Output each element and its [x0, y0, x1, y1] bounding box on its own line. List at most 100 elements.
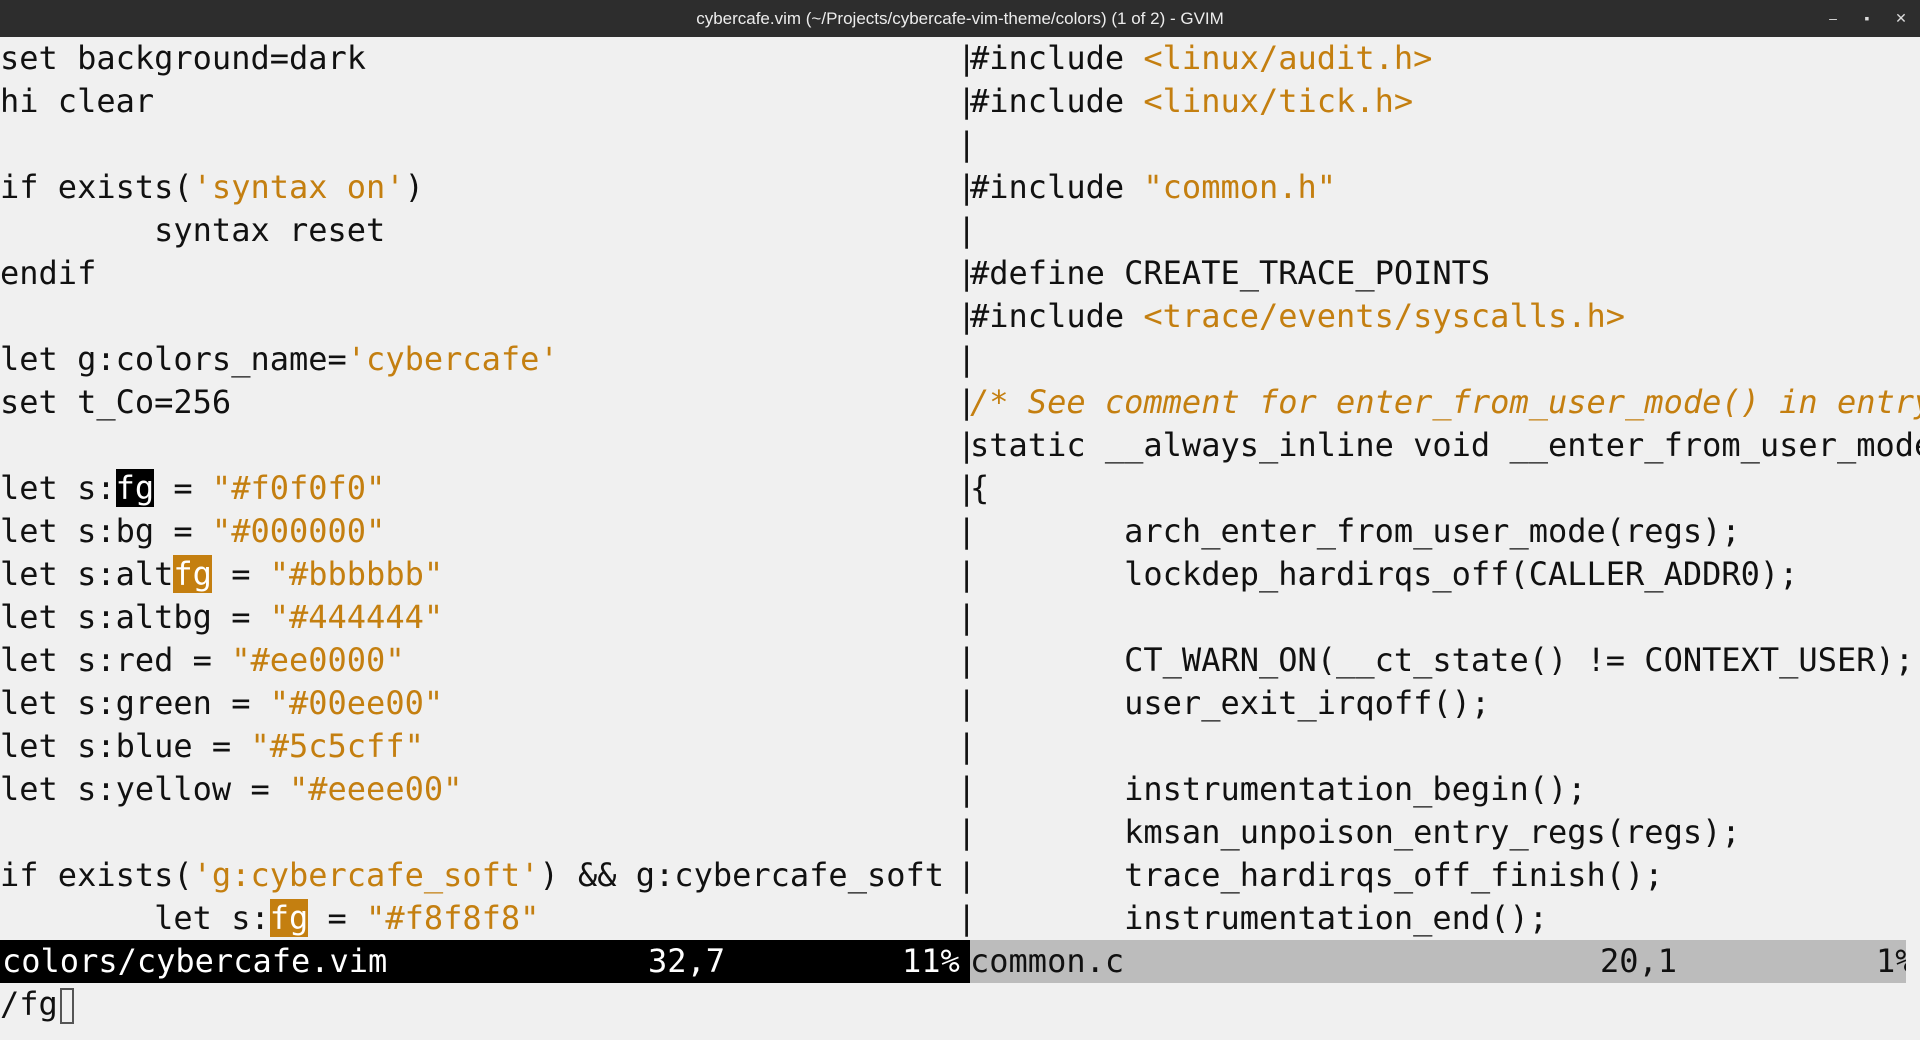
code-text: hi clear: [0, 82, 155, 120]
code-text: #include: [970, 297, 1144, 335]
status-line-active[interactable]: colors/cybercafe.vim 32,7 11%: [0, 940, 960, 983]
code-line[interactable]: hi clear: [0, 80, 960, 123]
code-line[interactable]: [970, 725, 1920, 768]
search-match: fg: [115, 469, 155, 507]
code-line[interactable]: [970, 338, 1920, 381]
code-line[interactable]: let s:altbg = "#444444": [0, 596, 960, 639]
status-line-inactive[interactable]: common.c 20,1 1%: [970, 940, 1906, 983]
string-literal: 'g:cybercafe_soft': [192, 856, 540, 894]
separator-char: |: [957, 899, 970, 937]
status-filename: colors/cybercafe.vim: [2, 942, 388, 980]
code-line[interactable]: set t_Co=256: [0, 381, 960, 424]
code-line[interactable]: #define CREATE_TRACE_POINTS: [970, 252, 1920, 295]
code-line[interactable]: endif: [0, 252, 960, 295]
code-line[interactable]: static __always_inline void __enter_from…: [970, 424, 1920, 467]
string-literal: "#f0f0f0": [211, 469, 386, 507]
code-line[interactable]: lockdep_hardirqs_off(CALLER_ADDR0);: [970, 553, 1920, 596]
code-line[interactable]: [970, 209, 1920, 252]
left-editor-pane[interactable]: set background=dark hi clear if exists('sy…: [0, 37, 960, 940]
separator-char: |: [957, 856, 970, 894]
status-cursor-position: 32,7: [648, 942, 726, 980]
string-literal: 'syntax on': [192, 168, 405, 206]
code-line[interactable]: let s:fg = "#f0f0f0": [0, 467, 960, 510]
window-titlebar: cybercafe.vim (~/Projects/cybercafe-vim-…: [0, 0, 1920, 37]
window-title: cybercafe.vim (~/Projects/cybercafe-vim-…: [696, 9, 1224, 28]
code-line[interactable]: [970, 123, 1920, 166]
code-text: set t_Co=256: [0, 383, 232, 421]
code-line[interactable]: /* See comment for enter_from_user_mode(…: [970, 381, 1920, 424]
code-line[interactable]: {: [970, 467, 1920, 510]
code-text: trace_hardirqs_off_finish();: [970, 856, 1664, 894]
right-editor-pane[interactable]: #include <linux/audit.h> #include <linux/…: [970, 37, 1920, 940]
vertical-split-separator[interactable]: | | | | | | | | | | | | | | | | | | | | |: [957, 37, 970, 940]
code-text: set background=dark: [0, 39, 367, 77]
code-text: instrumentation_end();: [970, 899, 1548, 937]
separator-char: |: [957, 813, 970, 851]
code-line[interactable]: arch_enter_from_user_mode(regs);: [970, 510, 1920, 553]
separator-char: |: [957, 469, 970, 507]
code-text: user_exit_irqoff();: [970, 684, 1491, 722]
code-line[interactable]: trace_hardirqs_off_finish();: [970, 854, 1920, 897]
code-text: let s:blue =: [0, 727, 251, 765]
search-match: fg: [173, 555, 212, 593]
code-text: {: [970, 469, 990, 507]
code-line[interactable]: [0, 123, 960, 166]
code-line[interactable]: syntax reset: [0, 209, 960, 252]
code-text: let g:colors_name=: [0, 340, 347, 378]
code-comment: /* See comment for enter_from_user_mode(…: [970, 383, 1920, 421]
code-text: let s:green =: [0, 684, 270, 722]
code-line[interactable]: instrumentation_end();: [970, 897, 1920, 940]
separator-char: |: [957, 641, 970, 679]
code-text: if exists(: [0, 168, 193, 206]
code-text: let s:: [0, 899, 270, 937]
code-line[interactable]: #include <trace/events/syscalls.h>: [970, 295, 1920, 338]
code-line[interactable]: let s:red = "#ee0000": [0, 639, 960, 682]
status-cursor-position: 20,1: [1600, 942, 1678, 980]
code-line[interactable]: let s:green = "#00ee00": [0, 682, 960, 725]
maximize-button[interactable]: ▪: [1852, 0, 1882, 37]
code-line[interactable]: [0, 295, 960, 338]
code-line[interactable]: [970, 596, 1920, 639]
code-line[interactable]: user_exit_irqoff();: [970, 682, 1920, 725]
code-line[interactable]: let s:fg = "#f8f8f8": [0, 897, 960, 940]
code-line[interactable]: #include "common.h": [970, 166, 1920, 209]
code-line[interactable]: [0, 424, 960, 467]
code-text: let s:altbg =: [0, 598, 270, 636]
status-scroll-percent: 11%: [902, 942, 960, 980]
separator-char: |: [957, 211, 970, 249]
text-cursor: [59, 988, 74, 1024]
code-line[interactable]: #include <linux/audit.h>: [970, 37, 1920, 80]
separator-char: |: [957, 770, 970, 808]
code-line[interactable]: kmsan_unpoison_entry_regs(regs);: [970, 811, 1920, 854]
code-text: kmsan_unpoison_entry_regs(regs);: [970, 813, 1741, 851]
command-text: /fg: [0, 985, 58, 1023]
string-literal: "common.h": [1143, 168, 1337, 206]
code-line[interactable]: if exists('syntax on'): [0, 166, 960, 209]
code-text: CT_WARN_ON(__ct_state() != CONTEXT_USER)…: [970, 641, 1915, 679]
code-line[interactable]: let s:yellow = "#eeee00": [0, 768, 960, 811]
vim-editor[interactable]: set background=dark hi clear if exists('sy…: [0, 37, 1920, 1040]
code-line[interactable]: CT_WARN_ON(__ct_state() != CONTEXT_USER)…: [970, 639, 1920, 682]
code-line[interactable]: instrumentation_begin();: [970, 768, 1920, 811]
code-line[interactable]: let s:bg = "#000000": [0, 510, 960, 553]
separator-char: |: [957, 598, 970, 636]
close-button[interactable]: ✕: [1886, 0, 1916, 37]
code-line[interactable]: let s:blue = "#5c5cff": [0, 725, 960, 768]
code-line[interactable]: let g:colors_name='cybercafe': [0, 338, 960, 381]
string-literal: <linux/tick.h>: [1143, 82, 1414, 120]
code-line[interactable]: [0, 811, 960, 854]
code-text: instrumentation_begin();: [970, 770, 1587, 808]
separator-char: |: [957, 383, 970, 421]
search-match: fg: [269, 899, 309, 937]
code-line[interactable]: set background=dark: [0, 37, 960, 80]
code-text: #include: [970, 82, 1144, 120]
string-literal: "#f8f8f8": [366, 899, 540, 937]
separator-char: |: [957, 297, 970, 335]
code-line[interactable]: #include <linux/tick.h>: [970, 80, 1920, 123]
minimize-button[interactable]: ‒: [1818, 0, 1848, 37]
separator-char: |: [957, 39, 970, 77]
code-line[interactable]: let s:altfg = "#bbbbbb": [0, 553, 960, 596]
code-line[interactable]: if exists('g:cybercafe_soft') && g:cyber…: [0, 854, 960, 897]
code-text: let s:yellow =: [0, 770, 289, 808]
command-line[interactable]: /fg: [0, 983, 1920, 1026]
